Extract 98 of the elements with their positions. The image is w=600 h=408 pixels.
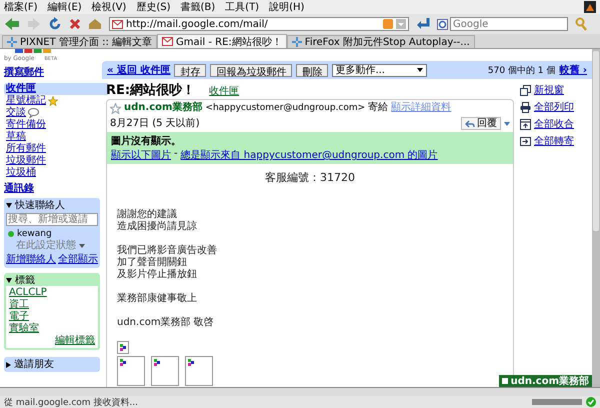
expand-triangle-icon[interactable]	[6, 362, 11, 368]
reload-icon[interactable]	[48, 17, 62, 31]
panel-title: 快速聯絡人	[15, 200, 65, 212]
body-text-line: 我們已將影音廣告改善	[117, 245, 218, 256]
email-subject: RE:網站很吵！	[106, 82, 196, 99]
folder-link[interactable]: 垃圾郵件	[4, 155, 100, 167]
always-show-images-link[interactable]: 總是顯示來自 happycustomer@udngroup.com 的圖片	[180, 148, 438, 162]
message-date: 8月27日 (5 天以前)	[110, 118, 200, 130]
contact-name[interactable]: kewang	[17, 228, 52, 240]
star-icon	[48, 96, 58, 106]
label-link[interactable]: 電子	[9, 311, 95, 323]
new-window-icon	[520, 84, 531, 96]
show-images-link[interactable]: 顯示以下圖片	[111, 148, 171, 162]
gmail-icon	[162, 37, 174, 46]
service-number: 客服編號：31720	[264, 170, 356, 185]
address-field[interactable]: http://mail.google.com/mail/	[109, 17, 409, 31]
menu-item[interactable]: 檔案(F)	[4, 0, 38, 14]
contacts-action-link[interactable]: 新增聯絡人	[6, 254, 56, 266]
browser-tab[interactable]: FireFox 附加元件Stop Autoplay--...	[286, 35, 475, 48]
label-link[interactable]: ACLCLP	[9, 287, 95, 299]
contacts-action-link[interactable]: 全部顯示	[58, 254, 98, 266]
gmail-icon	[112, 20, 123, 28]
caret-icon[interactable]	[79, 244, 85, 248]
message-action-link[interactable]: 全部轉寄	[534, 134, 574, 148]
browser-tab[interactable]: Gmail - RE:網站很吵！	[157, 34, 287, 48]
older-link[interactable]: 較舊 ›	[559, 63, 587, 77]
scrollbar-thumb[interactable]	[593, 51, 599, 231]
home-icon[interactable]	[88, 18, 102, 30]
menu-item[interactable]: 檢視(V)	[92, 0, 126, 14]
panel-title: 標籤	[15, 274, 35, 286]
action-button[interactable]: 封存	[174, 64, 206, 76]
broken-image-icon	[151, 356, 179, 386]
check-icon	[586, 397, 596, 407]
notice-title: 圖片沒有顯示。	[111, 134, 182, 148]
body-text-line: 業務部康健事敬上	[117, 293, 198, 305]
back-icon[interactable]	[4, 17, 20, 31]
caret-icon[interactable]	[504, 122, 510, 126]
folder-link[interactable]: 所有郵件	[4, 143, 100, 155]
horizontal-scrollbar[interactable]	[0, 387, 600, 396]
sparkle-icon	[292, 37, 302, 47]
printer-icon	[520, 102, 531, 112]
body-text-line: 謝謝您的建議	[117, 209, 178, 220]
browser-logo-icon	[584, 1, 596, 13]
expand-triangle-icon[interactable]	[6, 203, 12, 208]
go-icon[interactable]	[416, 17, 430, 31]
reply-button[interactable]: 回覆	[461, 117, 501, 130]
message-count: 570 個中的 1 個	[488, 64, 556, 76]
edit-labels-link[interactable]: 編輯標籤	[55, 335, 95, 347]
body-text-line: 加了聲音開關鈕	[117, 257, 188, 268]
body-text-line: 造成困擾尚請見諒	[117, 221, 198, 233]
reply-arrow-icon	[465, 120, 475, 128]
more-actions-dropdown[interactable]: 更多動作...	[332, 64, 428, 76]
menu-item[interactable]: 工具(T)	[225, 0, 260, 14]
folder-link[interactable]: 垃圾桶	[4, 167, 100, 179]
body-text-line: 及影片停止播放鈕	[117, 269, 198, 281]
broken-image-icon	[185, 356, 213, 386]
broken-image-icon	[117, 341, 129, 354]
folder-link[interactable]: 寄件備份	[4, 119, 100, 131]
vertical-scrollbar[interactable]	[592, 49, 600, 387]
browser-tab[interactable]: PIXNET 管理介面 :: 編輯文章	[2, 35, 158, 48]
star-icon[interactable]	[110, 102, 121, 114]
folder-link[interactable]: 收件匣	[4, 83, 108, 95]
broken-image-icon	[117, 356, 145, 386]
collapse-all-icon	[520, 118, 531, 130]
dropdown-icon[interactable]	[396, 19, 406, 29]
feed-icon[interactable]	[383, 19, 393, 29]
folder-link[interactable]: 草稿	[4, 131, 100, 143]
contacts-link[interactable]: 通訊錄	[4, 183, 100, 195]
search-icon[interactable]	[575, 17, 587, 31]
body-text-line: udn.com業務部 敬啓	[117, 317, 215, 329]
action-button[interactable]: 回報為垃圾郵件	[210, 64, 292, 76]
sender-email: <happycustomer@udngroup.com>	[205, 102, 366, 114]
stop-icon[interactable]	[69, 18, 81, 30]
chat-window-tab[interactable]: udn.com業務部	[498, 375, 592, 387]
speech-bubble-icon	[28, 108, 39, 118]
menu-item[interactable]: 編輯(E)	[48, 0, 82, 14]
folder-link[interactable]: 星號標記	[4, 95, 100, 107]
menu-item[interactable]: 書籤(B)	[180, 0, 216, 14]
message-action-link[interactable]: 全部列印	[534, 100, 574, 114]
label-link[interactable]: 資工	[9, 299, 95, 311]
compose-link[interactable]: 撰寫郵件	[4, 67, 100, 79]
action-button[interactable]: 刪除	[296, 64, 328, 76]
panel-title: 邀請朋友	[14, 358, 54, 370]
message-action-link[interactable]: 新視窗	[534, 83, 564, 97]
separator-text: -	[174, 148, 178, 161]
menu-item[interactable]: 說明(H)	[269, 0, 304, 14]
search-field[interactable]: Google	[450, 17, 568, 31]
forward-all-icon	[520, 136, 531, 146]
status-text: 從 mail.google.com 接收資料...	[4, 396, 138, 408]
recipient-label: 寄給	[368, 102, 388, 114]
inbox-label-link[interactable]: 收件匣	[209, 84, 240, 98]
back-link[interactable]: « 返回 收件匣	[107, 63, 170, 77]
menu-item[interactable]: 歷史(S)	[136, 0, 170, 14]
sparkle-icon	[7, 37, 17, 47]
sender-name: udn.com業務部	[124, 102, 202, 114]
label-link[interactable]: 實驗室	[9, 323, 95, 335]
search-engine-icon[interactable]	[437, 18, 448, 30]
message-action-link[interactable]: 全部收合	[534, 117, 574, 131]
